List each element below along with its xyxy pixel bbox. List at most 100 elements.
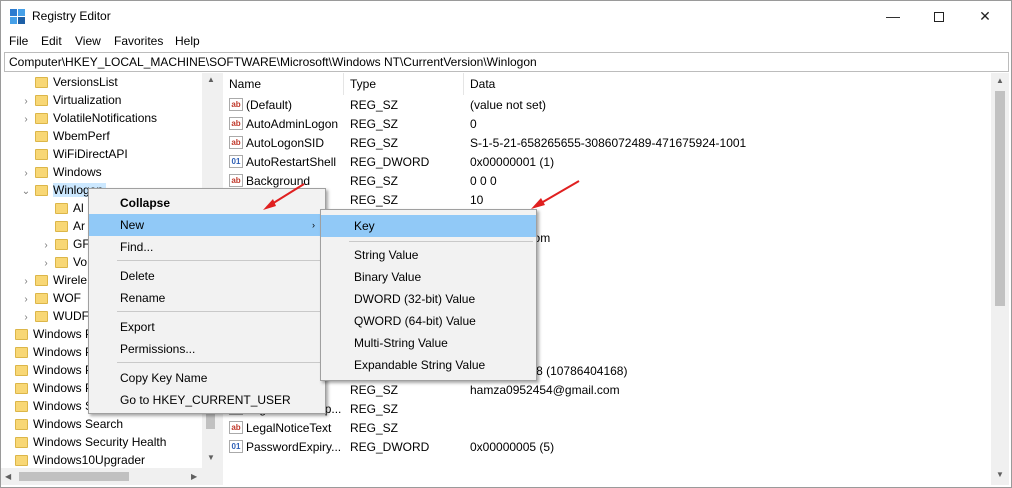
submenu-item-expandable-string-value[interactable]: Expandable String Value [321, 354, 536, 376]
close-button[interactable]: ✕ [962, 1, 1008, 32]
tree-item[interactable]: › WUDF [21, 307, 89, 325]
submenu-item-label: Binary Value [354, 270, 422, 284]
folder-icon [15, 437, 28, 448]
submenu-item-dword-value[interactable]: DWORD (32-bit) Value [321, 288, 536, 310]
value-row[interactable]: ab LegalNoticeText REG_SZ [223, 419, 991, 438]
tree-item[interactable]: Windows Search [1, 415, 123, 433]
new-submenu: Key String Value Binary Value DWORD (32-bit… [320, 209, 537, 381]
value-row[interactable]: REG_SZ hamza0952454@gmail.com [223, 381, 991, 400]
scroll-right-icon[interactable]: ▶ [191, 472, 197, 481]
context-menu: Collapse New › Find... Delete Rename Export Per… [88, 188, 326, 414]
value-row[interactable]: ab Background REG_SZ 0 0 0 [223, 172, 991, 191]
menu-item-new[interactable]: New › [89, 214, 325, 236]
menu-item-rename[interactable]: Rename [89, 287, 325, 309]
value-type: REG_SZ [350, 98, 399, 112]
values-vertical-scrollbar[interactable]: ▲ ▼ [991, 73, 1009, 485]
scroll-up-icon[interactable]: ▲ [207, 75, 215, 84]
maximize-button[interactable] [916, 1, 962, 32]
menu-item-label: Export [120, 320, 155, 334]
value-name: AutoLogonSID [246, 136, 325, 150]
values-scroll-thumb[interactable] [995, 91, 1005, 306]
value-type: REG_SZ [350, 383, 399, 397]
folder-icon [15, 347, 28, 358]
tree-item-label: WOF [53, 291, 81, 305]
tree-item[interactable]: Al [41, 199, 84, 217]
string-value-icon: ab [229, 174, 243, 187]
tree-item[interactable]: › Wirele [21, 271, 87, 289]
value-name: AutoAdminLogon [246, 117, 339, 131]
value-row[interactable]: 01 AutoRestartShell REG_DWORD 0x00000001 (1… [223, 153, 991, 172]
submenu-item-label: String Value [354, 248, 419, 262]
window-title: Registry Editor [32, 9, 111, 23]
menu-item-label: New [120, 218, 145, 232]
value-row[interactable]: abLegalNoticeCap...REG_SZ [223, 400, 991, 419]
menu-separator [117, 362, 321, 363]
tree-horizontal-scrollbar[interactable]: ◀ ▶ [1, 468, 219, 485]
value-type: REG_SZ [350, 421, 399, 435]
menu-item-find[interactable]: Find... [89, 236, 325, 258]
menu-item-goto-hkcu[interactable]: Go to HKEY_CURRENT_USER [89, 389, 325, 411]
tree-item-label: Vo [73, 255, 88, 269]
tree-item[interactable]: › Virtualization [21, 91, 121, 109]
tree-item[interactable]: Windows Security Health [1, 433, 166, 451]
tree-item[interactable]: VersionsList [21, 73, 118, 91]
menu-item-permissions[interactable]: Permissions... [89, 338, 325, 360]
value-type: REG_SZ [350, 136, 399, 150]
submenu-item-string-value[interactable]: String Value [321, 244, 536, 266]
submenu-item-binary-value[interactable]: Binary Value [321, 266, 536, 288]
value-type: REG_SZ [350, 193, 399, 207]
tree-item[interactable]: › VolatileNotifications [21, 109, 157, 127]
tree-item-label: WiFiDirectAPI [53, 147, 128, 161]
value-row[interactable]: abCREG_SZ10 [223, 191, 991, 210]
expand-chevron-icon[interactable]: ⌄ [21, 183, 31, 201]
submenu-item-multi-string-value[interactable]: Multi-String Value [321, 332, 536, 354]
minimize-button[interactable]: — [870, 1, 916, 32]
value-type: REG_DWORD [350, 155, 430, 169]
submenu-item-label: Multi-String Value [354, 336, 448, 350]
scroll-down-icon[interactable]: ▼ [207, 453, 215, 462]
scroll-left-icon[interactable]: ◀ [5, 472, 11, 481]
string-value-icon: ab [229, 98, 243, 111]
tree-hscroll-thumb[interactable] [19, 472, 129, 481]
column-header-data[interactable]: Data [464, 73, 991, 95]
column-header-type[interactable]: Type [344, 73, 464, 95]
folder-icon [15, 419, 28, 430]
value-row[interactable]: 01 PasswordExpiry... REG_DWORD 0x00000005 (… [223, 438, 991, 457]
string-value-icon: ab [229, 117, 243, 130]
values-scroll-up-icon[interactable]: ▲ [996, 76, 1004, 85]
menu-view[interactable]: View [75, 34, 101, 48]
menu-item-label: Collapse [120, 196, 171, 210]
value-row[interactable]: ab (Default) REG_SZ (value not set) [223, 96, 991, 115]
submenu-item-key[interactable]: Key [321, 215, 536, 237]
menu-help[interactable]: Help [175, 34, 200, 48]
values-scroll-down-icon[interactable]: ▼ [996, 470, 1004, 479]
menu-item-delete[interactable]: Delete [89, 265, 325, 287]
tree-item[interactable]: › Vo [41, 253, 87, 271]
value-row[interactable]: ab AutoAdminLogon REG_SZ 0 [223, 115, 991, 134]
tree-item[interactable]: › WOF [21, 289, 81, 307]
tree-item[interactable]: Windows10Upgrader [1, 451, 145, 468]
tree-item-label: Windows Security Health [33, 435, 167, 449]
column-header-name[interactable]: Name [223, 73, 344, 95]
menu-edit[interactable]: Edit [41, 34, 62, 48]
tree-item[interactable]: › Windows [21, 163, 101, 181]
tree-item[interactable]: WbemPerf [21, 127, 110, 145]
menu-bar: File Edit View Favorites Help [1, 32, 1011, 52]
menu-favorites[interactable]: Favorites [114, 34, 163, 48]
maximize-icon [934, 12, 944, 23]
menu-item-label: Rename [120, 291, 166, 305]
address-bar[interactable]: Computer\HKEY_LOCAL_MACHINE\SOFTWARE\Mic… [4, 52, 1009, 72]
tree-item[interactable]: › GF [41, 235, 89, 253]
menu-item-collapse[interactable]: Collapse [89, 192, 325, 214]
tree-item[interactable]: Ar [41, 217, 85, 235]
value-type: REG_SZ [350, 117, 399, 131]
submenu-item-qword-value[interactable]: QWORD (64-bit) Value [321, 310, 536, 332]
folder-icon [35, 275, 48, 286]
value-data: 0x00000005 (5) [470, 440, 555, 454]
tree-item[interactable]: WiFiDirectAPI [21, 145, 128, 163]
value-row[interactable]: ab AutoLogonSID REG_SZ S-1-5-21-658265655-3… [223, 134, 991, 153]
menu-separator [117, 311, 321, 312]
menu-item-copy-key-name[interactable]: Copy Key Name [89, 367, 325, 389]
menu-file[interactable]: File [9, 34, 28, 48]
menu-item-export[interactable]: Export [89, 316, 325, 338]
